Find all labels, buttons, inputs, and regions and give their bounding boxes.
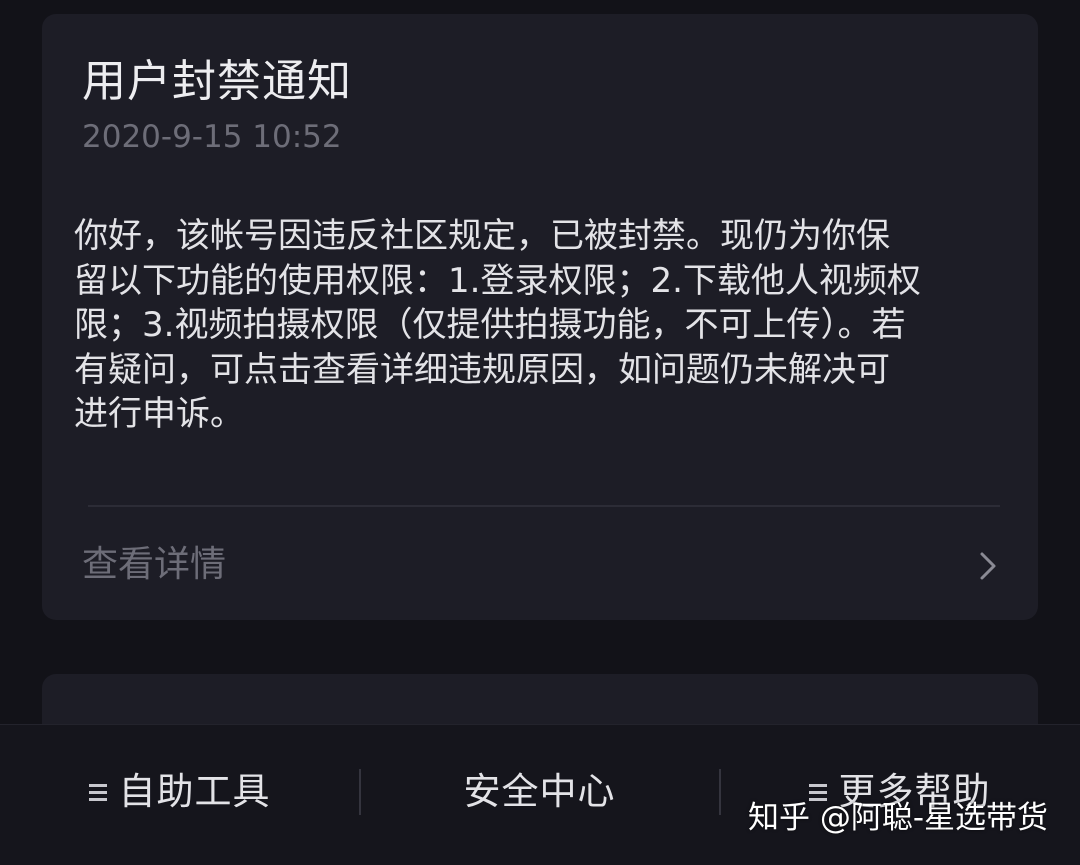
view-details-link[interactable]: 查看详情 — [82, 536, 1002, 596]
notice-body-line: 有疑问，可点击查看详细违规原因，如问题仍未解决可 — [74, 349, 890, 390]
tab-self-service-tools[interactable]: 自助工具 — [0, 725, 359, 859]
notice-body-line: 留以下功能的使用权限：1.登录权限；2.下载他人视频权 — [74, 260, 921, 301]
notice-body: 你好，该帐号因违反社区规定，已被封禁。现仍为你保 留以下功能的使用权限：1.登录… — [74, 214, 1009, 437]
view-details-label: 查看详情 — [82, 544, 227, 585]
notice-title: 用户封禁通知 — [82, 56, 352, 107]
notice-body-line: 限；3.视频拍摄权限（仅提供拍摄功能，不可上传）。若 — [74, 305, 906, 345]
divider — [88, 505, 1000, 507]
notice-body-line: 你好，该帐号因违反社区规定，已被封禁。现仍为你保 — [74, 216, 890, 256]
tab-label: 安全中心 — [463, 770, 616, 813]
notice-card: 用户封禁通知 2020-9-15 10:52 你好，该帐号因违反社区规定，已被封… — [42, 14, 1038, 620]
menu-icon — [88, 784, 107, 801]
tab-security-center[interactable]: 安全中心 — [360, 725, 719, 859]
notice-body-line: 进行申诉。 — [74, 394, 244, 434]
chevron-right-icon — [980, 552, 996, 580]
zhihu-watermark: 知乎 @阿聪-星选带货 — [748, 800, 1049, 836]
notice-timestamp: 2020-9-15 10:52 — [82, 119, 342, 155]
bottom-tab-bar: 自助工具 安全中心 更多帮助 — [0, 724, 1080, 865]
tab-label: 自助工具 — [118, 770, 271, 813]
tab-more-help[interactable]: 更多帮助 — [720, 725, 1079, 859]
app-screen: 用户封禁通知 2020-9-15 10:52 你好，该帐号因违反社区规定，已被封… — [0, 0, 1080, 865]
